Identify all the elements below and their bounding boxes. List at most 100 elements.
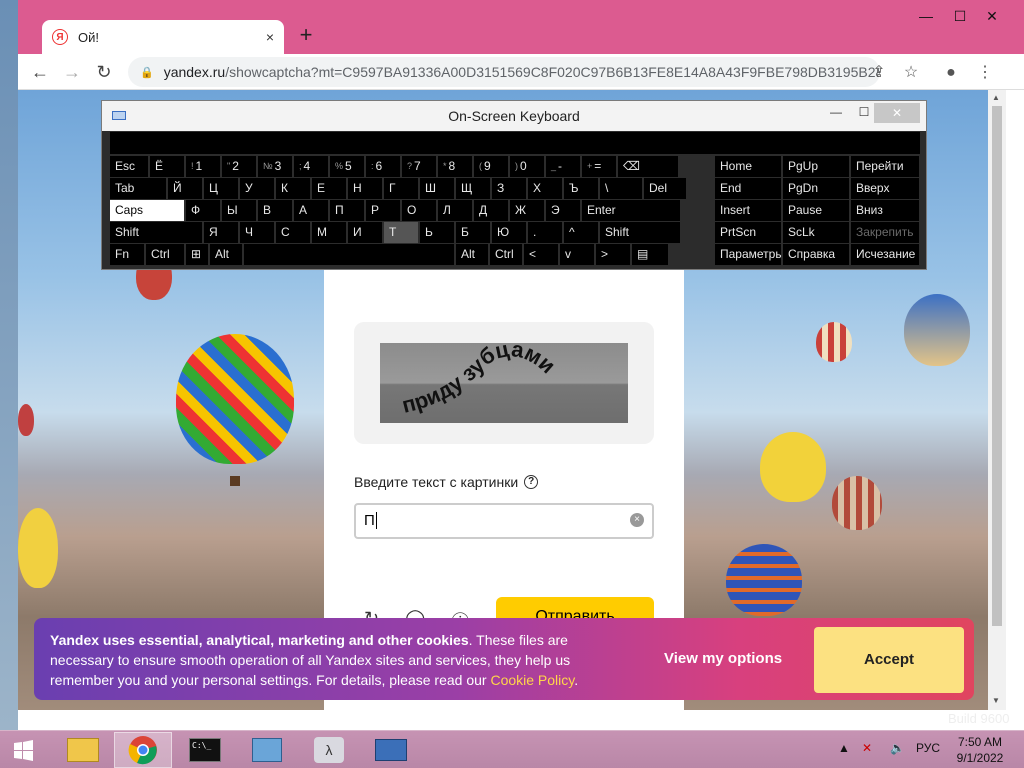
osk-key[interactable]: " 2 — [222, 156, 256, 177]
osk-key[interactable]: Ь — [420, 222, 454, 243]
osk-side-key[interactable]: Закрепить — [851, 222, 919, 243]
address-bar[interactable]: 🔒 yandex.ru/showcaptcha?mt=C9597BA91336A… — [128, 57, 880, 87]
osk-nav-key[interactable]: Home — [715, 156, 781, 177]
browser-tab[interactable]: Я Ой! × — [42, 20, 284, 54]
menu-kebab-icon[interactable]: ⋮ — [974, 62, 996, 84]
chrome-icon[interactable] — [114, 732, 172, 768]
osk-key[interactable]: Ш — [420, 178, 454, 199]
osk-key[interactable]: И — [348, 222, 382, 243]
bookmark-star-icon[interactable]: ☆ — [900, 62, 922, 84]
osk-key[interactable]: + = — [582, 156, 616, 177]
osk-key[interactable]: Ы — [222, 200, 256, 221]
osk-key[interactable]: v — [560, 244, 594, 265]
osk-key[interactable]: > — [596, 244, 630, 265]
osk-side-key[interactable]: Перейти — [851, 156, 919, 177]
osk-key[interactable]: Ctrl — [490, 244, 522, 265]
osk-key[interactable]: Alt — [456, 244, 488, 265]
osk-side-key[interactable]: Вверх — [851, 178, 919, 199]
captcha-input[interactable]: П × — [354, 503, 654, 539]
osk-key[interactable]: Щ — [456, 178, 490, 199]
osk-nav-key[interactable]: Pause — [783, 200, 849, 221]
osk-key[interactable]: \ — [600, 178, 642, 199]
osk-key[interactable]: Е — [312, 178, 346, 199]
osk-key[interactable]: Shift — [600, 222, 680, 243]
osk-nav-key[interactable]: Справка — [783, 244, 849, 265]
osk-key[interactable]: Т — [384, 222, 418, 243]
new-tab-button[interactable]: + — [294, 24, 318, 48]
osk-key[interactable]: Del — [644, 178, 686, 199]
osk-key[interactable]: Ф — [186, 200, 220, 221]
view-options-button[interactable]: View my options — [664, 650, 782, 667]
osk-nav-key[interactable]: End — [715, 178, 781, 199]
osk-key[interactable]: ) 0 — [510, 156, 544, 177]
osk-key[interactable]: ^ — [564, 222, 598, 243]
osk-key[interactable]: П — [330, 200, 364, 221]
osk-key[interactable]: ; 4 — [294, 156, 328, 177]
osk-key[interactable]: У — [240, 178, 274, 199]
osk-key[interactable]: № 3 — [258, 156, 292, 177]
scrollbar-thumb[interactable] — [992, 106, 1002, 626]
lambda-app-icon[interactable]: λ — [300, 732, 358, 768]
osk-nav-key[interactable]: Параметры — [715, 244, 781, 265]
osk-side-key[interactable]: Исчезание — [851, 244, 919, 265]
scroll-up-icon[interactable]: ▲ — [992, 93, 1000, 102]
osk-nav-key[interactable]: ScLk — [783, 222, 849, 243]
osk-key[interactable]: К — [276, 178, 310, 199]
osk-key[interactable]: Й — [168, 178, 202, 199]
osk-nav-key[interactable]: PrtScn — [715, 222, 781, 243]
profile-avatar-icon[interactable]: ● — [940, 62, 962, 84]
osk-key[interactable]: . — [528, 222, 562, 243]
osk-nav-key[interactable]: PgDn — [783, 178, 849, 199]
osk-key[interactable]: Б — [456, 222, 490, 243]
osk-key[interactable]: А — [294, 200, 328, 221]
file-explorer-icon[interactable] — [54, 732, 112, 768]
osk-nav-key[interactable]: PgUp — [783, 156, 849, 177]
osk-key[interactable]: З — [492, 178, 526, 199]
osk-key[interactable]: Tab — [110, 178, 166, 199]
osk-key[interactable]: В — [258, 200, 292, 221]
osk-key[interactable]: Esc — [110, 156, 148, 177]
reload-icon[interactable]: ↻ — [92, 61, 116, 83]
osk-key[interactable]: Д — [474, 200, 508, 221]
osk-side-key[interactable]: Вниз — [851, 200, 919, 221]
osk-key[interactable]: М — [312, 222, 346, 243]
network-icon[interactable]: ✕ — [862, 741, 872, 755]
osk-key[interactable]: * 8 — [438, 156, 472, 177]
osk-key[interactable]: Ю — [492, 222, 526, 243]
osk-key[interactable]: ! 1 — [186, 156, 220, 177]
osk-key[interactable] — [244, 244, 454, 265]
osk-close-button[interactable]: ✕ — [874, 103, 920, 123]
osk-key[interactable]: Caps — [110, 200, 184, 221]
osk-key[interactable]: О — [402, 200, 436, 221]
osk-key[interactable]: Э — [546, 200, 580, 221]
back-arrow-icon[interactable]: ← — [28, 61, 52, 83]
osk-minimize-button[interactable]: — — [824, 105, 848, 119]
clear-input-icon[interactable]: × — [630, 513, 644, 527]
volume-icon[interactable]: 🔈 — [890, 741, 905, 755]
osk-key[interactable]: Х — [528, 178, 562, 199]
share-icon[interactable]: ⇪ — [868, 62, 890, 84]
maximize-button[interactable]: ☐ — [948, 8, 972, 25]
osk-key[interactable]: С — [276, 222, 310, 243]
osk-key[interactable]: Ctrl — [146, 244, 184, 265]
osk-maximize-button[interactable]: ☐ — [852, 105, 876, 119]
minimize-button[interactable]: — — [914, 8, 938, 24]
osk-key[interactable]: Ц — [204, 178, 238, 199]
osk-key[interactable]: < — [524, 244, 558, 265]
show-hidden-icons-icon[interactable]: ▲ — [838, 741, 850, 755]
forward-arrow-icon[interactable]: → — [60, 61, 84, 83]
osk-key[interactable]: Ъ — [564, 178, 598, 199]
osk-key[interactable]: Г — [384, 178, 418, 199]
command-prompt-icon[interactable]: C:\_ — [176, 732, 234, 768]
osk-key[interactable]: Ж — [510, 200, 544, 221]
osk-key[interactable]: Ё — [150, 156, 184, 177]
osk-key[interactable]: Shift — [110, 222, 202, 243]
osk-key[interactable]: Fn — [110, 244, 144, 265]
osk-key[interactable]: ⌫ — [618, 156, 678, 177]
osk-key[interactable]: (9 — [474, 156, 508, 177]
osk-key[interactable]: Л — [438, 200, 472, 221]
osk-key[interactable]: Р — [366, 200, 400, 221]
osk-nav-key[interactable]: Insert — [715, 200, 781, 221]
keyboard-app-icon[interactable] — [362, 732, 420, 768]
osk-key[interactable]: Alt — [210, 244, 242, 265]
